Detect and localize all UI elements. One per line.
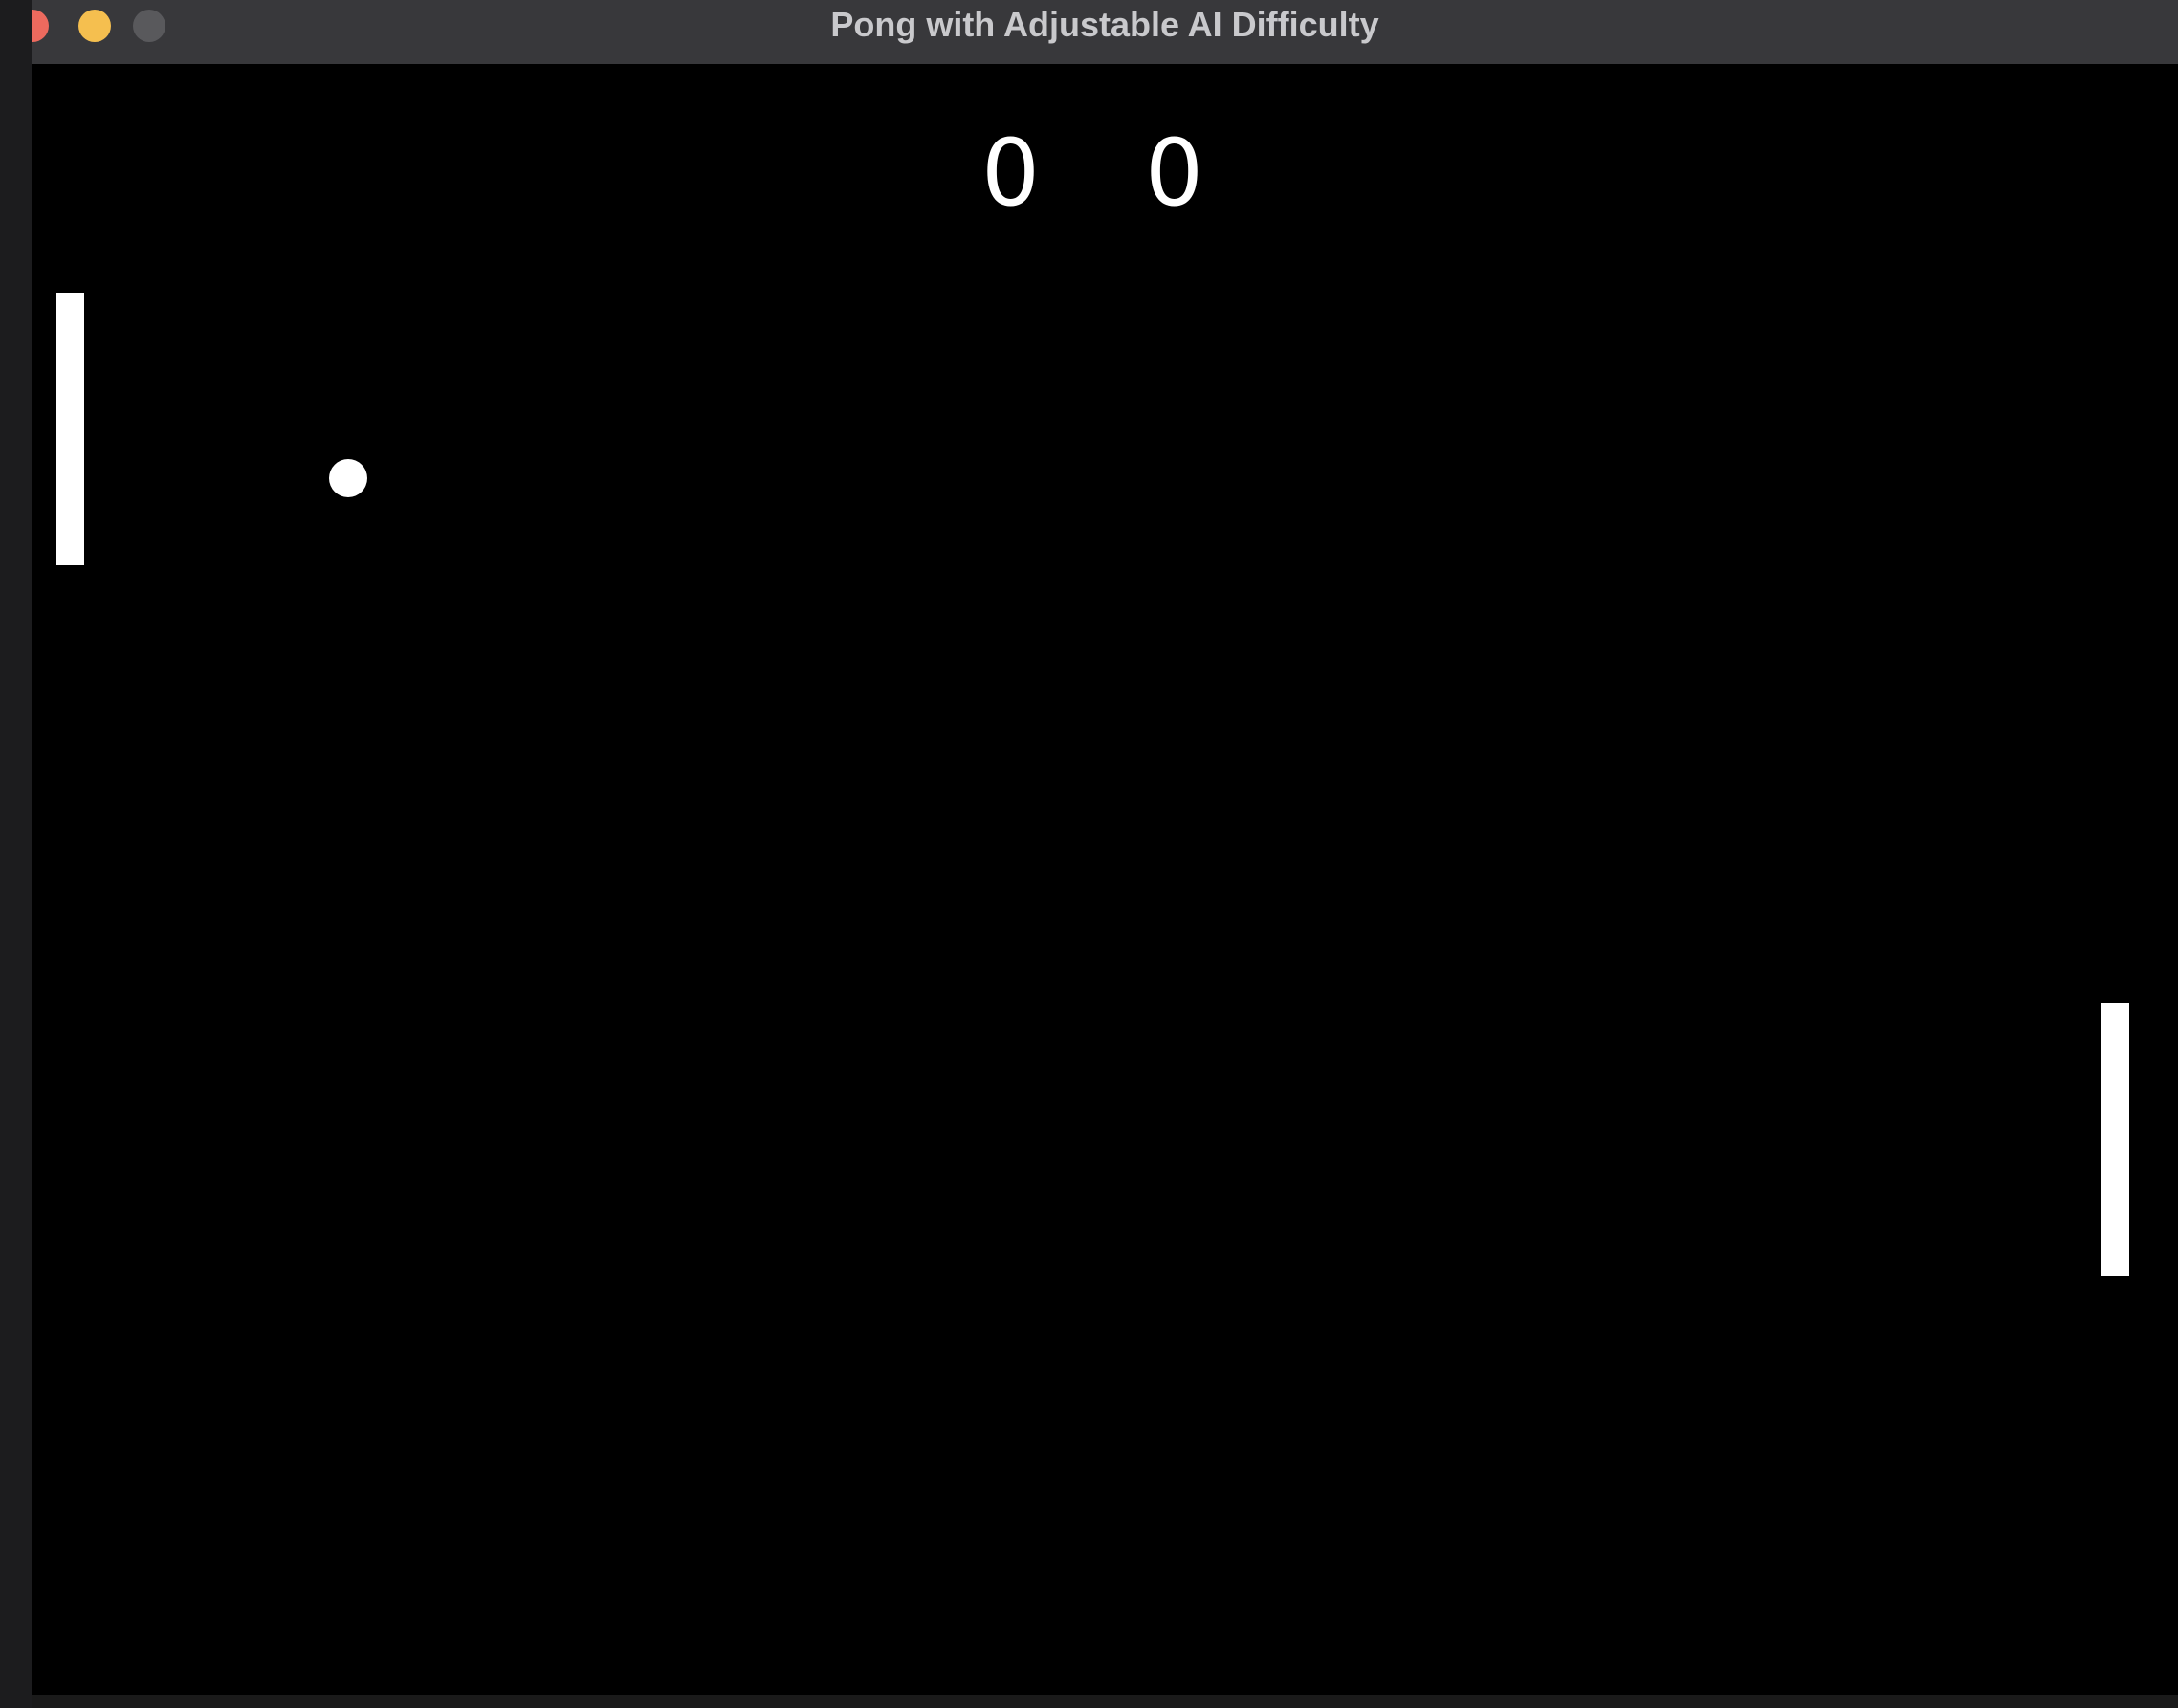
ball [329, 459, 367, 497]
game-canvas[interactable]: 0 0 [32, 64, 2178, 1695]
right-paddle [2101, 1003, 2129, 1276]
title-bar[interactable]: Pong with Adjustable AI Difficulty [32, 0, 2178, 65]
window-bottom-edge [32, 1695, 2178, 1708]
left-player-score: 0 [981, 120, 1041, 227]
window-title: Pong with Adjustable AI Difficulty [830, 5, 1379, 44]
desktop-edge [0, 0, 32, 1708]
left-paddle [56, 293, 84, 565]
right-player-score: 0 [1145, 120, 1204, 227]
game-window: Pong with Adjustable AI Difficulty 0 0 [32, 0, 2178, 1708]
